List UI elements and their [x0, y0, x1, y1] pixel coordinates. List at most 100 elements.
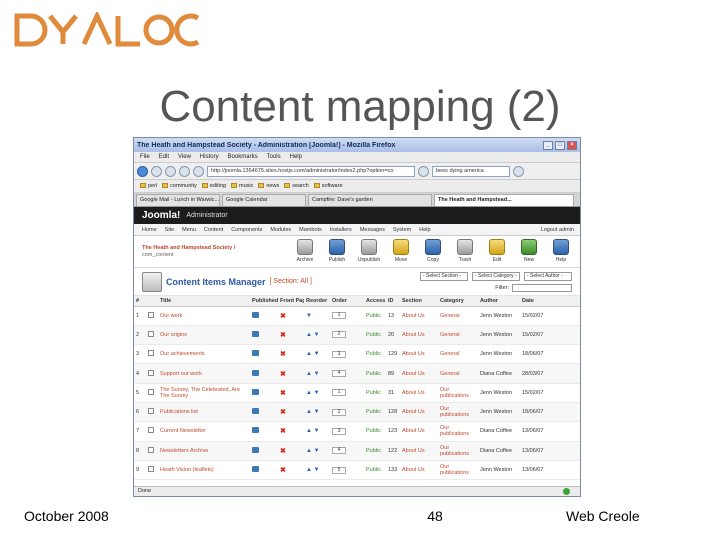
- checkbox[interactable]: [148, 369, 154, 376]
- edit-button[interactable]: Edit: [484, 239, 510, 263]
- archive-button[interactable]: Archive: [292, 239, 318, 263]
- access-level[interactable]: Public: [364, 306, 386, 326]
- reorder-arrow-icon[interactable]: ▲ ▼: [306, 332, 320, 338]
- published-icon[interactable]: [252, 311, 259, 318]
- jmenu-site[interactable]: Site: [165, 227, 174, 233]
- not-frontpage-icon[interactable]: ✖: [280, 371, 286, 378]
- bookmark-item[interactable]: editing: [201, 183, 226, 189]
- row-checkbox[interactable]: [146, 441, 158, 461]
- jmenu-installers[interactable]: Installers: [330, 227, 352, 233]
- column-header[interactable]: Reorder: [304, 296, 330, 307]
- bookmark-item[interactable]: music: [230, 183, 253, 189]
- save-order-icon[interactable]: [350, 421, 364, 442]
- move-button[interactable]: Move: [388, 239, 414, 263]
- section-select[interactable]: - Select Section -: [420, 271, 468, 281]
- save-order-icon[interactable]: [350, 325, 364, 346]
- save-order-icon[interactable]: [350, 402, 364, 423]
- reorder-arrow-icon[interactable]: ▲ ▼: [306, 390, 320, 396]
- jmenu-components[interactable]: Components: [231, 227, 262, 233]
- table-row[interactable]: 8 Newsletters Archive ✖ ▲ ▼ 4 Public 122 About …: [134, 441, 580, 461]
- order-input[interactable]: 1: [332, 389, 346, 397]
- save-order-icon[interactable]: [350, 306, 364, 326]
- tab-campfire[interactable]: Campfire: Dave's garden: [308, 194, 432, 206]
- column-header[interactable]: Title: [158, 296, 250, 307]
- home-icon[interactable]: [193, 165, 204, 177]
- row-checkbox[interactable]: [146, 383, 158, 403]
- reorder-arrows[interactable]: ▲ ▼: [304, 421, 330, 442]
- reorder-arrows[interactable]: ▲ ▼: [304, 363, 330, 384]
- filter-input[interactable]: [512, 283, 572, 292]
- section-link[interactable]: About Us: [400, 344, 438, 365]
- order-field[interactable]: 2: [330, 325, 350, 346]
- bookmark-item[interactable]: software: [313, 183, 343, 189]
- bookmark-item[interactable]: perl: [140, 183, 157, 189]
- menu-edit[interactable]: Edit: [159, 154, 169, 160]
- column-header[interactable]: Published: [250, 296, 278, 307]
- reorder-arrows[interactable]: ▲ ▼: [304, 402, 330, 423]
- section-link[interactable]: About Us: [400, 441, 438, 461]
- published-icon[interactable]: [252, 408, 259, 415]
- section-link[interactable]: About Us: [400, 363, 438, 384]
- order-input[interactable]: 1: [332, 312, 346, 320]
- order-input[interactable]: 2: [332, 408, 346, 416]
- menu-bookmarks[interactable]: Bookmarks: [228, 154, 258, 160]
- stop-icon[interactable]: [179, 165, 190, 177]
- not-frontpage-icon[interactable]: ✖: [280, 351, 286, 358]
- row-checkbox[interactable]: [146, 325, 158, 346]
- order-field[interactable]: 3: [330, 344, 350, 365]
- column-header[interactable]: Front Page: [278, 296, 304, 307]
- reorder-arrows[interactable]: ▲ ▼: [304, 441, 330, 461]
- published-icon[interactable]: [252, 427, 259, 434]
- order-input[interactable]: 4: [332, 370, 346, 378]
- column-header[interactable]: ID: [386, 296, 400, 307]
- bookmark-item[interactable]: search: [284, 183, 309, 189]
- column-header[interactable]: Section: [400, 296, 438, 307]
- publish-button[interactable]: Publish: [324, 239, 350, 263]
- row-checkbox[interactable]: [146, 460, 158, 481]
- category-link[interactable]: Our publications: [438, 383, 478, 403]
- checkbox[interactable]: [148, 427, 154, 434]
- item-title[interactable]: Our origins: [158, 325, 250, 346]
- maximize-button[interactable]: □: [555, 140, 565, 150]
- menu-tools[interactable]: Tools: [267, 154, 281, 160]
- column-header[interactable]: Order: [330, 296, 350, 307]
- author-select[interactable]: - Select Author -: [524, 271, 572, 281]
- save-order-icon[interactable]: [350, 441, 364, 461]
- table-row[interactable]: 2 Our origins ✖ ▲ ▼ 2 Public 20 About Us General…: [134, 325, 580, 346]
- reload-icon[interactable]: [165, 165, 176, 177]
- logout-link[interactable]: Logout admin: [541, 227, 574, 233]
- menu-view[interactable]: View: [178, 154, 191, 160]
- checkbox[interactable]: [148, 311, 154, 318]
- frontpage-icon[interactable]: ✖: [278, 306, 304, 326]
- column-header[interactable]: Date: [520, 296, 580, 307]
- new-button[interactable]: New: [516, 239, 542, 263]
- category-link[interactable]: Our publications: [438, 441, 478, 461]
- published-icon[interactable]: [252, 466, 259, 473]
- reorder-arrow-icon[interactable]: ▲ ▼: [306, 351, 320, 357]
- order-field[interactable]: 1: [330, 383, 350, 403]
- checkbox[interactable]: [148, 408, 154, 415]
- checkbox[interactable]: [148, 330, 154, 337]
- order-field[interactable]: 1: [330, 306, 350, 326]
- frontpage-icon[interactable]: ✖: [278, 421, 304, 442]
- column-header[interactable]: Access: [364, 296, 386, 307]
- order-input[interactable]: 3: [332, 350, 346, 358]
- trash-button[interactable]: Trash: [452, 239, 478, 263]
- category-link[interactable]: General: [438, 344, 478, 365]
- item-title[interactable]: Support our work: [158, 363, 250, 384]
- category-link[interactable]: Our publications: [438, 402, 478, 423]
- reorder-arrow-icon[interactable]: ▼: [306, 313, 312, 319]
- section-link[interactable]: About Us: [400, 325, 438, 346]
- access-level[interactable]: Public: [364, 421, 386, 442]
- section-link[interactable]: About Us: [400, 306, 438, 326]
- item-title[interactable]: Current Newsletter: [158, 421, 250, 442]
- back-icon[interactable]: [137, 165, 148, 177]
- published-icon[interactable]: [250, 344, 278, 365]
- reorder-arrows[interactable]: ▼: [304, 306, 330, 326]
- order-field[interactable]: 5: [330, 460, 350, 481]
- column-header[interactable]: Category: [438, 296, 478, 307]
- reorder-arrows[interactable]: ▲ ▼: [304, 325, 330, 346]
- close-button[interactable]: ×: [567, 140, 577, 150]
- item-title[interactable]: Our achievements: [158, 344, 250, 365]
- save-order-icon[interactable]: [350, 344, 364, 365]
